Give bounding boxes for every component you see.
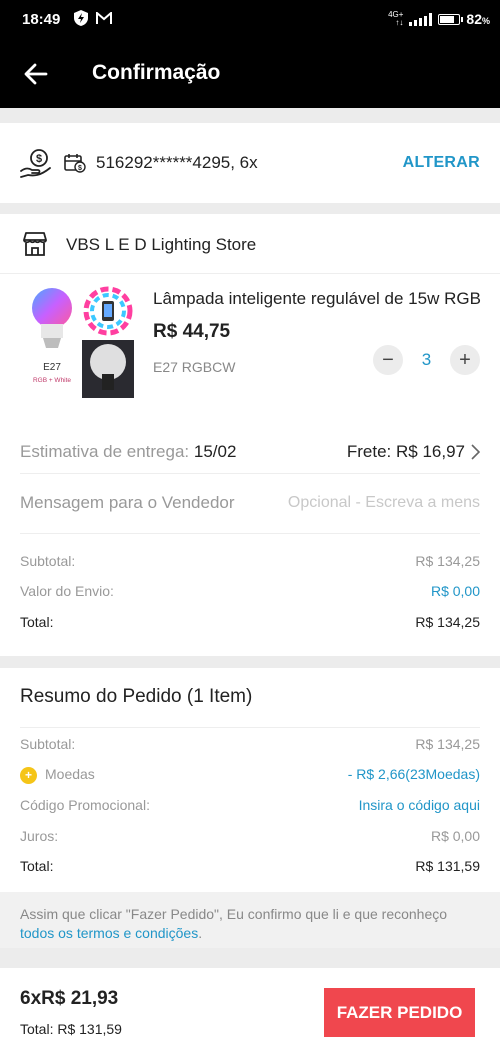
quantity-increase-button[interactable]: + (450, 345, 480, 375)
coin-icon: + (20, 766, 37, 784)
seller-message-label: Mensagem para o Vendedor (20, 493, 235, 512)
terms-notice: Assim que clicar "Fazer Pedido", Eu conf… (0, 892, 500, 948)
order-summary-card: Resumo do Pedido (1 Item) Subtotal: R$ 13… (0, 668, 500, 948)
status-notification-icons (74, 10, 112, 26)
quantity-decrease-button[interactable]: − (373, 345, 403, 375)
product-image-subcaption: RGB + White (33, 377, 71, 384)
seller-message-row: Mensagem para o Vendedor (20, 490, 480, 516)
store-name: VBS L E D Lighting Store (66, 235, 257, 254)
shield-icon (74, 10, 88, 26)
change-payment-button[interactable]: ALTERAR (403, 154, 480, 172)
mail-icon (96, 11, 112, 24)
svg-text:$: $ (36, 153, 42, 165)
product-title[interactable]: Lâmpada inteligente regulável de 15w RGB (153, 289, 483, 309)
delivery-date: 15/02 (193, 442, 237, 461)
delivery-row: Estimativa de entrega: 15/02 Frete: R$ 1… (20, 439, 480, 465)
product-variant[interactable]: E27 RGBCW (153, 359, 235, 375)
status-bar: 18:49 4G+ ↑↓ 82% (0, 0, 500, 40)
signal-icon (409, 12, 433, 26)
summary-coins-row[interactable]: + Moedas - R$ 2,66(23Moedas) (20, 766, 480, 784)
store-total-row: Total: R$ 134,25 (20, 614, 480, 630)
shipping-selector[interactable]: Frete: R$ 16,97 (347, 442, 480, 462)
svg-text:$: $ (78, 165, 82, 172)
divider (20, 727, 480, 728)
network-type: 4G+ ↑↓ (388, 10, 404, 27)
installment-amount: 6xR$ 21,93 (20, 988, 119, 1009)
back-arrow-icon[interactable] (22, 60, 50, 88)
order-card: VBS L E D Lighting Store E27 RGB + White… (0, 214, 500, 656)
store-icon (23, 232, 47, 256)
promo-code-link[interactable]: Insira o código aqui (359, 797, 480, 813)
app-bar: Confirmação (0, 40, 500, 108)
quantity-value: 3 (421, 350, 432, 369)
place-order-button[interactable]: FAZER PEDIDO (324, 988, 475, 1037)
summary-interest-row: Juros: R$ 0,00 (20, 828, 480, 844)
delivery-estimate: Estimativa de entrega: 15/02 (20, 442, 237, 461)
summary-total-row: Total: R$ 131,59 (20, 858, 480, 874)
payment-card-text: 516292******4295, 6x (96, 153, 258, 172)
product-image-caption: E27 (43, 362, 61, 373)
page-title: Confirmação (92, 61, 221, 84)
checkout-bar: 6xR$ 21,93 Total: R$ 131,59 FAZER PEDIDO (0, 968, 500, 1056)
status-time: 18:49 (22, 11, 61, 28)
status-right-icons: 4G+ ↑↓ 82% (388, 10, 490, 28)
summary-heading: Resumo do Pedido (1 Item) (20, 686, 253, 707)
store-shipping-row: Valor do Envio: R$ 0,00 (20, 583, 480, 599)
quantity-stepper: − 3 + (373, 345, 480, 375)
terms-link[interactable]: todos os termos e condições (20, 925, 198, 941)
battery-icon (438, 13, 464, 25)
battery-percent: 82% (466, 11, 490, 27)
payment-method-card: $ $ 516292******4295, 6x ALTERAR (0, 123, 500, 203)
card-calendar-icon: $ (64, 154, 86, 173)
payment-hand-coin-icon: $ (20, 149, 51, 178)
shipping-cost: Frete: R$ 16,97 (346, 442, 465, 461)
product-image[interactable]: E27 RGB + White (26, 286, 136, 398)
chevron-right-icon (471, 444, 480, 460)
summary-subtotal-row: Subtotal: R$ 134,25 (20, 736, 480, 752)
checkout-total: Total: R$ 131,59 (20, 1021, 122, 1037)
seller-message-input[interactable] (265, 494, 480, 512)
product-price: R$ 44,75 (153, 321, 231, 342)
divider (20, 473, 480, 474)
store-subtotal-row: Subtotal: R$ 134,25 (20, 553, 480, 569)
store-row[interactable]: VBS L E D Lighting Store (0, 214, 500, 274)
summary-promo-row: Código Promocional: Insira o código aqui (20, 797, 480, 813)
divider (20, 533, 480, 534)
